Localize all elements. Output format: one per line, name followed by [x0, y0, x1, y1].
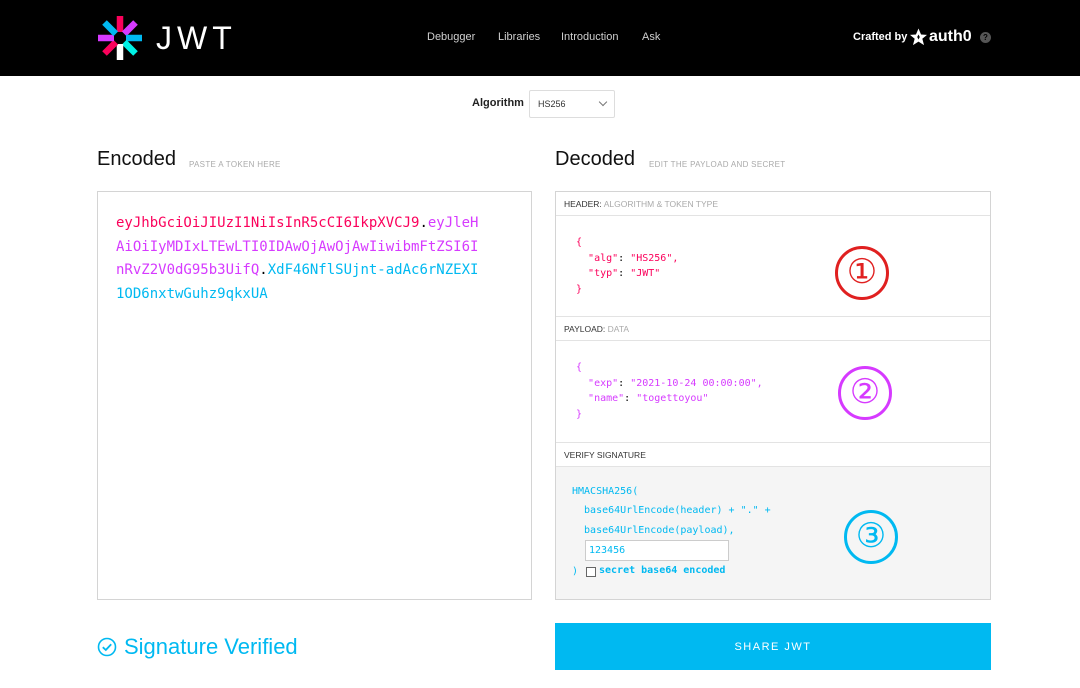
algorithm-select[interactable]: HS256 — [529, 90, 615, 118]
base64-encoded-label[interactable]: secret base64 encoded — [599, 565, 725, 576]
encoded-title: Encoded — [97, 148, 176, 170]
header-pane-label: HEADER: — [564, 199, 602, 209]
payload-pane-label: PAYLOAD: — [564, 324, 606, 334]
header-pane-title: HEADER: ALGORITHM & TOKEN TYPE — [556, 192, 990, 216]
chevron-down-icon — [598, 97, 608, 107]
nav-debugger[interactable]: Debugger — [427, 31, 475, 43]
json-value-typ: "JWT" — [630, 268, 661, 279]
signature-verified-text: Signature Verified — [124, 634, 298, 659]
annotation-one: ① — [835, 246, 889, 300]
token-dot: . — [419, 215, 428, 231]
auth0-brand-text: auth0 — [929, 28, 972, 45]
secret-input[interactable]: 123456 — [585, 540, 729, 561]
signature-header-line: base64UrlEncode(header) + "." + — [572, 505, 771, 516]
signature-function-line: HMACSHA256( — [572, 486, 639, 497]
json-key-alg: "alg" — [588, 252, 619, 264]
top-navbar: JWT Debugger Libraries Introduction Ask … — [0, 0, 1080, 76]
token-header-part: eyJhbGciOiJIUzI1NiIsInR5cCI6IkpXVCJ9 — [116, 215, 420, 231]
nav-ask[interactable]: Ask — [642, 31, 660, 43]
signature-close-paren: ) — [572, 566, 579, 577]
json-value-alg: "HS256" — [630, 252, 673, 264]
json-key-typ: "typ" — [588, 268, 619, 279]
verify-pane-title: VERIFY SIGNATURE — [556, 443, 990, 467]
decoded-title: Decoded — [555, 148, 636, 170]
payload-json-editor[interactable]: { "exp": "2021-10-24 00:00:00", "name": … — [576, 360, 763, 422]
encoded-token-editor[interactable]: eyJhbGciOiJIUzI1NiIsInR5cCI6IkpXVCJ9.eyJ… — [97, 191, 532, 600]
algorithm-label: Algorithm — [472, 97, 524, 109]
auth0-brand-link[interactable]: auth0 — [910, 27, 972, 47]
json-key-exp: "exp" — [588, 377, 619, 389]
token-dot: . — [259, 262, 268, 278]
payload-pane-sublabel: DATA — [607, 324, 630, 334]
crafted-by-label: Crafted by — [853, 31, 908, 43]
encoded-subtitle: PASTE A TOKEN HERE — [189, 160, 281, 169]
verify-pane-label: VERIFY SIGNATURE — [564, 450, 646, 460]
json-value-name: "togettoyou" — [636, 393, 709, 404]
signature-payload-line: base64UrlEncode(payload), — [572, 525, 735, 536]
nav-introduction[interactable]: Introduction — [561, 31, 618, 43]
payload-pane-title: PAYLOAD: DATA — [556, 317, 990, 341]
json-key-name: "name" — [588, 393, 625, 404]
json-value-exp: "2021-10-24 00:00:00" — [630, 377, 757, 389]
annotation-two: ② — [838, 366, 892, 420]
check-circle-icon — [97, 637, 117, 657]
share-jwt-button[interactable]: SHARE JWT — [555, 623, 991, 670]
header-pane-sublabel: ALGORITHM & TOKEN TYPE — [603, 199, 719, 209]
help-icon[interactable]: ? — [980, 32, 991, 43]
nav-libraries[interactable]: Libraries — [498, 31, 540, 43]
auth0-star-icon — [910, 28, 927, 46]
annotation-three: ③ — [844, 510, 898, 564]
algorithm-selected-value: HS256 — [538, 99, 566, 109]
header-json-editor[interactable]: { "alg": "HS256", "typ": "JWT" } — [576, 235, 678, 297]
decoded-subtitle: EDIT THE PAYLOAD AND SECRET — [649, 160, 786, 169]
decoded-panel: HEADER: ALGORITHM & TOKEN TYPE { "alg": … — [555, 191, 991, 600]
signature-status: Signature Verified — [97, 633, 298, 661]
base64-encoded-checkbox[interactable] — [586, 567, 596, 577]
encoded-token-text: eyJhbGciOiJIUzI1NiIsInR5cCI6IkpXVCJ9.eyJ… — [116, 212, 486, 306]
